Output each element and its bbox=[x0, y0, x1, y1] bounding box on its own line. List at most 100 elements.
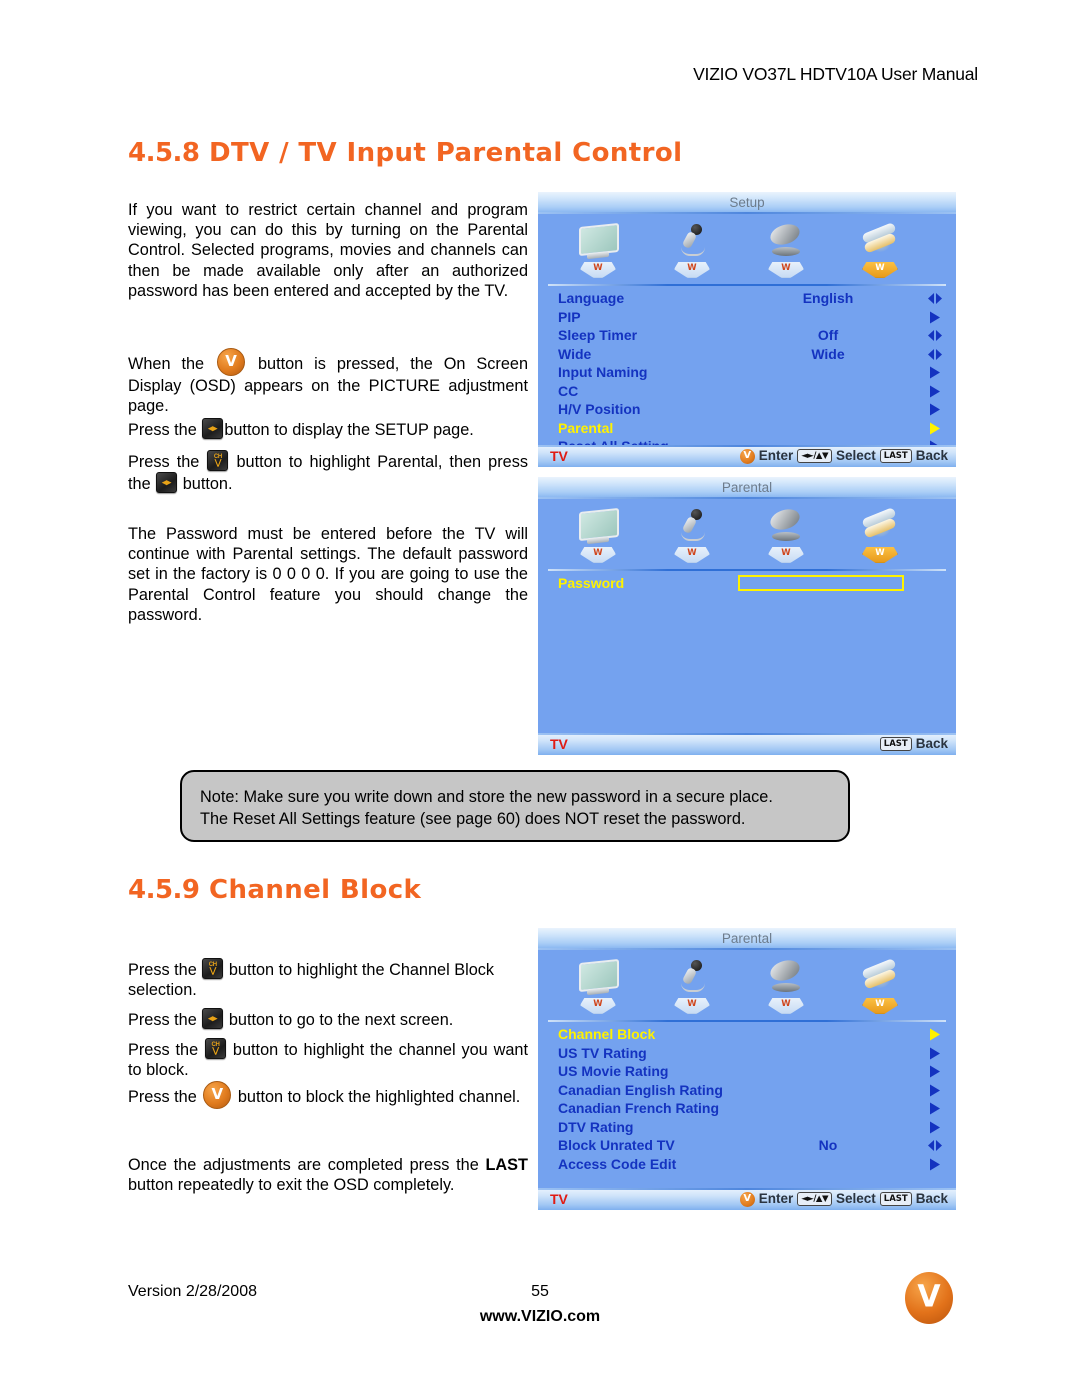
right-arrow-icon bbox=[930, 1102, 940, 1115]
wrench-icon bbox=[832, 956, 928, 998]
osd-menu-item[interactable]: Parental bbox=[538, 419, 956, 438]
tab-marker: W bbox=[768, 547, 804, 563]
paragraph-highlight-parental: Press the CH ⋁ button to highlight Parent… bbox=[128, 450, 528, 494]
monitor-icon bbox=[550, 956, 646, 998]
tab-marker-active: W bbox=[862, 262, 898, 278]
paragraph-highlight-channel: Press the CH ⋁ button to highlight the ch… bbox=[128, 1038, 528, 1080]
osd-icon-tabs: W W W W bbox=[538, 499, 956, 569]
osd-menu-item-label: Wide bbox=[558, 345, 592, 362]
osd-icon-tabs: W W W W bbox=[538, 214, 956, 284]
osd-menu-item-value: Off bbox=[817, 327, 839, 343]
osd-divider bbox=[548, 569, 946, 571]
right-arrow-icon bbox=[930, 385, 940, 397]
osd-menu-item[interactable]: Language English bbox=[538, 289, 956, 308]
tab-marker: W bbox=[580, 262, 616, 278]
osd-menu-item-value: No bbox=[818, 1137, 838, 1153]
monitor-icon bbox=[550, 220, 646, 262]
microphone-icon bbox=[644, 220, 740, 262]
section-number: 4.5.9 bbox=[128, 875, 200, 905]
osd-menu-item-label: Block Unrated TV bbox=[558, 1137, 675, 1153]
tab-marker-active: W bbox=[862, 547, 898, 563]
input-label: TV bbox=[550, 1191, 568, 1207]
osd-footer: TV Enter ◄►/▲▼ Select LAST Back bbox=[538, 445, 956, 467]
tab-tuner[interactable]: W bbox=[738, 505, 834, 563]
osd-menu-item[interactable]: H/V Position bbox=[538, 400, 956, 419]
osd-menu-item[interactable]: Block Unrated TV No bbox=[538, 1136, 956, 1155]
osd-hints: Enter ◄►/▲▼ Select LAST Back bbox=[739, 1188, 948, 1210]
osd-menu-item-label: Canadian French Rating bbox=[558, 1100, 720, 1116]
osd-menu-item-label: Input Naming bbox=[558, 364, 648, 380]
vizio-v-button-icon bbox=[217, 348, 246, 376]
osd-title: Setup bbox=[538, 192, 956, 214]
paragraph-next-screen: Press the ◂▸ button to go to the next sc… bbox=[128, 1008, 528, 1030]
tab-marker: W bbox=[768, 998, 804, 1014]
osd-menu-item[interactable]: PIP bbox=[538, 308, 956, 327]
back-hint-label: Back bbox=[915, 448, 948, 463]
osd-menu-item[interactable]: Wide Wide bbox=[538, 345, 956, 364]
osd-menu-item-label: US Movie Rating bbox=[558, 1063, 669, 1079]
tab-picture[interactable]: W bbox=[550, 956, 646, 1014]
osd-footer: TV Enter ◄►/▲▼ Select LAST Back bbox=[538, 1188, 956, 1210]
osd-hints: LAST Back bbox=[879, 733, 948, 755]
tab-picture[interactable]: W bbox=[550, 220, 646, 278]
text-run: Press the bbox=[128, 421, 197, 439]
satellite-dish-icon bbox=[738, 505, 834, 547]
tab-setup[interactable]: W bbox=[832, 505, 928, 563]
osd-menu-item[interactable]: Canadian English Rating bbox=[538, 1081, 956, 1100]
right-arrow-button-icon: ◂▸ bbox=[202, 1008, 224, 1029]
osd-menu-item[interactable]: Canadian French Rating bbox=[538, 1099, 956, 1118]
microphone-icon bbox=[644, 505, 740, 547]
password-input[interactable] bbox=[738, 575, 904, 591]
osd-parental-screen: Parental W W W W Channel Block US TV Rati… bbox=[538, 928, 956, 1210]
note-box: Note: Make sure you write down and store… bbox=[180, 770, 850, 842]
osd-menu-item[interactable]: Channel Block bbox=[538, 1025, 956, 1044]
osd-setup-rows: Language English PIP Sleep Timer Off Wide Wide… bbox=[538, 286, 956, 456]
osd-title: Parental bbox=[538, 928, 956, 950]
paragraph-channel-block-select: Press the CH ⋁ button to highlight the Ch… bbox=[128, 958, 528, 1000]
tab-audio[interactable]: W bbox=[644, 220, 740, 278]
text-run: Press the bbox=[128, 1088, 197, 1106]
tab-marker-active: W bbox=[862, 998, 898, 1014]
enter-hint-label: Enter bbox=[758, 448, 794, 463]
section-heading-459: 4.5.9 Channel Block bbox=[128, 875, 421, 905]
tab-tuner[interactable]: W bbox=[738, 956, 834, 1014]
tab-tuner[interactable]: W bbox=[738, 220, 834, 278]
osd-menu-item[interactable]: US TV Rating bbox=[538, 1044, 956, 1063]
osd-menu-item[interactable]: Sleep Timer Off bbox=[538, 326, 956, 345]
osd-footer: TV LAST Back bbox=[538, 733, 956, 755]
text-run: button. bbox=[182, 475, 233, 494]
tab-setup[interactable]: W bbox=[832, 220, 928, 278]
osd-menu-item[interactable]: DTV Rating bbox=[538, 1118, 956, 1137]
tab-picture[interactable]: W bbox=[550, 505, 646, 563]
osd-menu-item-label: PIP bbox=[558, 308, 581, 325]
monitor-icon bbox=[550, 505, 646, 547]
right-arrow-icon bbox=[930, 1158, 940, 1170]
osd-menu-item[interactable]: Input Naming bbox=[538, 363, 956, 382]
note-line-2: The Reset All Settings feature (see page… bbox=[200, 810, 746, 828]
last-key-icon: LAST bbox=[879, 737, 912, 751]
tab-setup[interactable]: W bbox=[832, 956, 928, 1014]
osd-menu-item[interactable]: US Movie Rating bbox=[538, 1062, 956, 1081]
right-arrow-button-icon: ◂▸ bbox=[202, 418, 224, 439]
microphone-icon bbox=[644, 956, 740, 998]
right-arrow-button-icon: ◂▸ bbox=[156, 472, 178, 494]
paragraph-exit-osd: Once the adjustments are completed press… bbox=[128, 1155, 528, 1195]
text-run: Press the bbox=[128, 453, 200, 471]
osd-menu-item[interactable]: Access Code Edit bbox=[538, 1155, 956, 1174]
enter-hint-label: Enter bbox=[758, 1191, 794, 1206]
osd-menu-item[interactable]: CC bbox=[538, 382, 956, 401]
paragraph-osd: When the button is pressed, the On Scree… bbox=[128, 348, 528, 416]
osd-menu-item-label: Canadian English Rating bbox=[558, 1081, 723, 1098]
channel-updown-button-icon: CH ⋁ bbox=[202, 958, 224, 979]
wrench-icon bbox=[832, 505, 928, 547]
osd-parental-rows: Channel Block US TV Rating US Movie Rating… bbox=[538, 1022, 956, 1173]
osd-menu-item-label: DTV Rating bbox=[558, 1118, 634, 1135]
tab-audio[interactable]: W bbox=[644, 505, 740, 563]
last-key-icon: LAST bbox=[879, 449, 912, 463]
paragraph-block-channel: Press the button to block the highlighte… bbox=[128, 1081, 528, 1109]
tab-marker: W bbox=[768, 262, 804, 278]
osd-menu-item-value: Wide bbox=[811, 345, 845, 362]
tab-audio[interactable]: W bbox=[644, 956, 740, 1014]
tab-marker: W bbox=[674, 262, 710, 278]
right-arrow-icon bbox=[930, 422, 940, 434]
